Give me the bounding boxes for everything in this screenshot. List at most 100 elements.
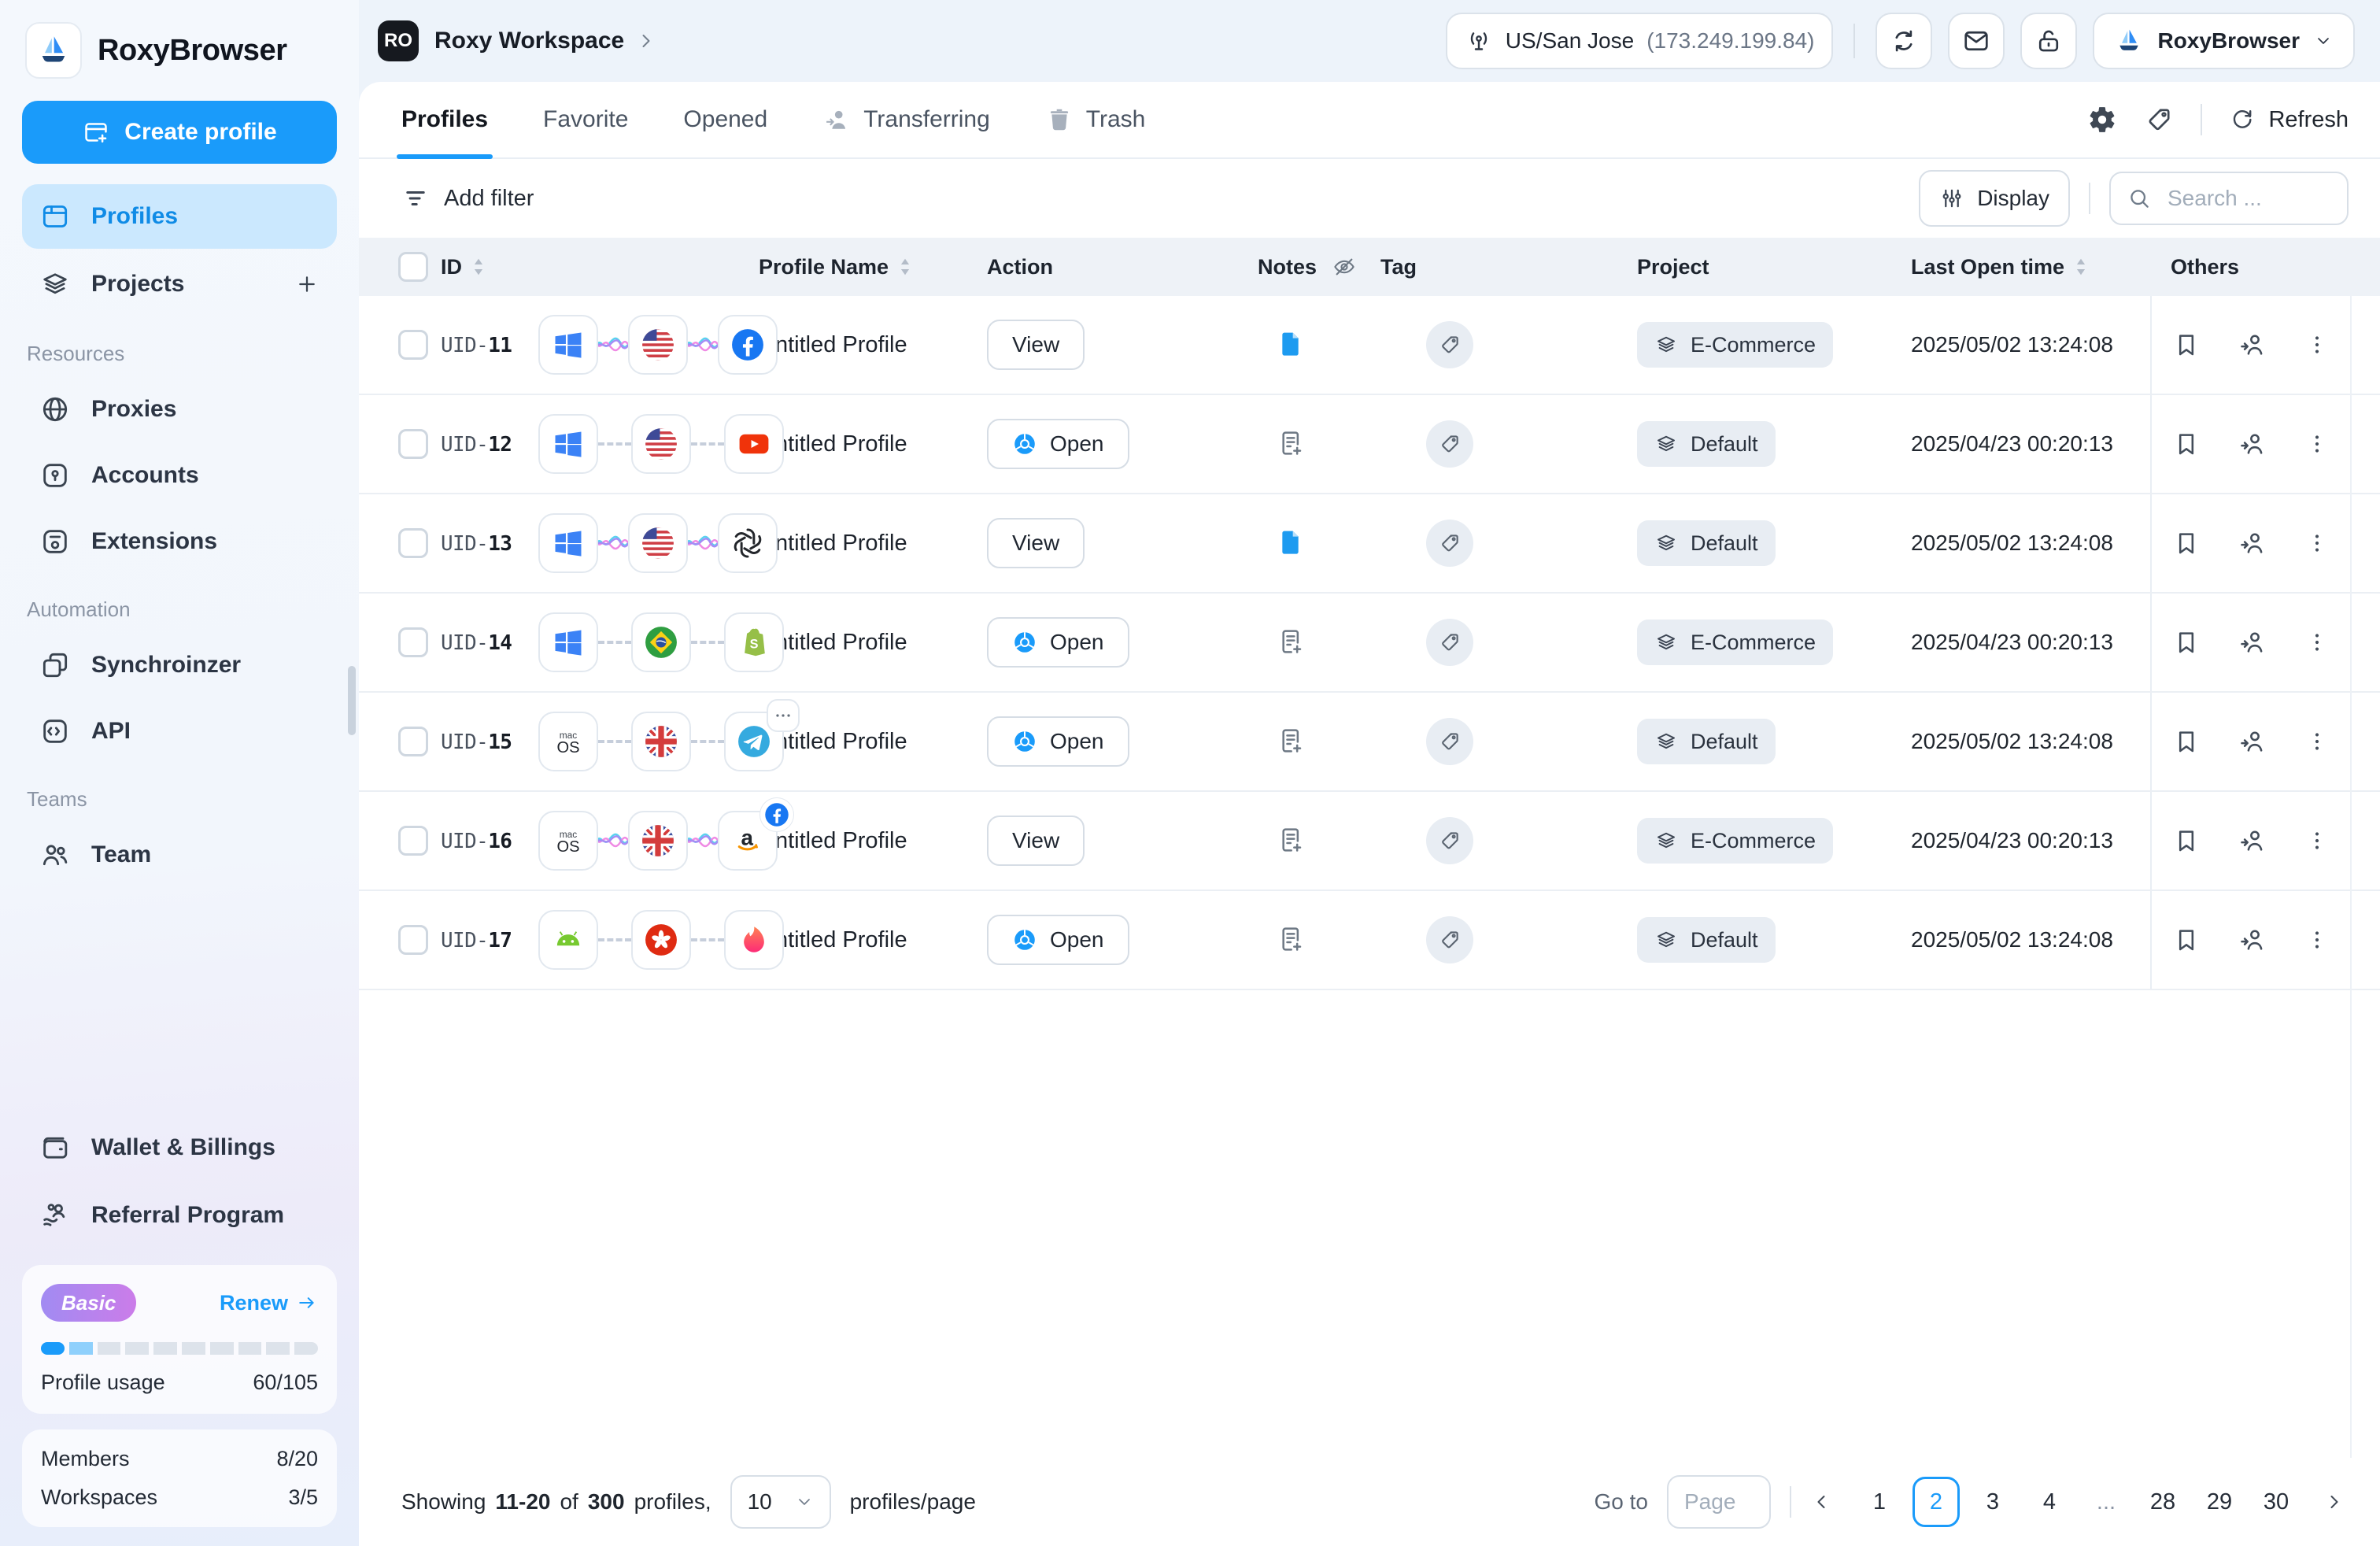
row-checkbox[interactable] (398, 925, 428, 955)
add-note-icon[interactable] (1275, 923, 1308, 956)
page-button-29[interactable]: 29 (2196, 1477, 2243, 1527)
add-note-icon[interactable] (1275, 626, 1308, 659)
sidebar-item-referral-program[interactable]: Referral Program (22, 1183, 337, 1248)
sort-id-icon[interactable] (471, 256, 486, 278)
search-input[interactable] (2164, 184, 2328, 213)
add-filter-button[interactable]: Add filter (401, 184, 534, 213)
transfer-button[interactable] (2238, 430, 2267, 458)
view-profile-button[interactable]: View (987, 518, 1085, 568)
display-button[interactable]: Display (1919, 170, 2070, 227)
transfer-button[interactable] (2238, 827, 2267, 855)
project-badge[interactable]: E-Commerce (1637, 620, 1833, 665)
page-button-28[interactable]: 28 (2139, 1477, 2186, 1527)
settings-icon[interactable] (2087, 105, 2117, 135)
add-note-icon[interactable] (1275, 725, 1308, 758)
sidebar-item-projects[interactable]: Projects (22, 252, 337, 316)
sort-name-icon[interactable] (898, 256, 912, 278)
row-checkbox[interactable] (398, 528, 428, 558)
bookmark-button[interactable] (2172, 926, 2201, 954)
transfer-button[interactable] (2238, 628, 2267, 656)
refresh-button[interactable]: Refresh (2229, 106, 2349, 133)
add-note-icon[interactable] (1275, 427, 1308, 460)
sidebar-item-proxies[interactable]: Proxies (22, 377, 337, 442)
chevron-right-icon[interactable] (635, 30, 657, 52)
note-icon[interactable] (1275, 527, 1308, 560)
project-badge[interactable]: Default (1637, 421, 1776, 467)
open-profile-button[interactable]: Open (987, 419, 1129, 469)
tab-trash[interactable]: Trash (1045, 82, 1146, 157)
sidebar-item-wallet-billings[interactable]: Wallet & Billings (22, 1115, 337, 1180)
row-checkbox[interactable] (398, 727, 428, 756)
add-tag-button[interactable] (1426, 321, 1473, 368)
open-profile-button[interactable]: Open (987, 716, 1129, 767)
eye-off-icon[interactable] (1331, 253, 1358, 280)
bookmark-button[interactable] (2172, 529, 2201, 557)
sidebar-item-team[interactable]: Team (22, 823, 337, 887)
next-page-button[interactable] (2323, 1491, 2345, 1513)
more-actions-button[interactable] (2304, 332, 2330, 357)
bookmark-button[interactable] (2172, 727, 2201, 756)
goto-page-input[interactable] (1667, 1475, 1771, 1529)
account-menu-button[interactable]: RoxyBrowser (2093, 13, 2355, 69)
create-profile-button[interactable]: Create profile (22, 101, 337, 164)
row-checkbox[interactable] (398, 330, 428, 360)
page-button-1[interactable]: 1 (1856, 1477, 1903, 1527)
transfer-button[interactable] (2238, 727, 2267, 756)
add-tag-button[interactable] (1426, 520, 1473, 567)
tab-favorite[interactable]: Favorite (543, 82, 628, 157)
more-actions-button[interactable] (2304, 431, 2330, 457)
sidebar-item-accounts[interactable]: Accounts (22, 443, 337, 508)
workspace-avatar[interactable]: RO (378, 20, 419, 61)
bookmark-button[interactable] (2172, 628, 2201, 656)
page-button-2[interactable]: 2 (1913, 1477, 1960, 1527)
select-all-checkbox[interactable] (398, 252, 428, 282)
lock-button[interactable] (2020, 13, 2077, 69)
add-note-icon[interactable] (1275, 824, 1308, 857)
tab-opened[interactable]: Opened (683, 82, 767, 157)
project-badge[interactable]: Default (1637, 719, 1776, 764)
bookmark-button[interactable] (2172, 430, 2201, 458)
sidebar-item-extensions[interactable]: Extensions (22, 509, 337, 574)
workspace-name[interactable]: Roxy Workspace (434, 28, 624, 54)
proxy-location-button[interactable]: US/San Jose (173.249.199.84) (1446, 13, 1834, 69)
open-profile-button[interactable]: Open (987, 915, 1129, 965)
project-badge[interactable]: Default (1637, 520, 1776, 566)
page-button-4[interactable]: 4 (2026, 1477, 2073, 1527)
more-actions-button[interactable] (2304, 531, 2330, 556)
sidebar-scrollbar[interactable] (348, 666, 356, 735)
add-tag-button[interactable] (1426, 718, 1473, 765)
sidebar-item-synchroinzer[interactable]: Synchroinzer (22, 633, 337, 697)
transfer-button[interactable] (2238, 926, 2267, 954)
sidebar-item-api[interactable]: API (22, 699, 337, 764)
bookmark-button[interactable] (2172, 331, 2201, 359)
inbox-button[interactable] (1948, 13, 2005, 69)
sidebar-item-profiles[interactable]: Profiles (22, 184, 337, 249)
project-badge[interactable]: E-Commerce (1637, 818, 1833, 864)
row-checkbox[interactable] (398, 627, 428, 657)
row-checkbox[interactable] (398, 429, 428, 459)
add-tag-button[interactable] (1426, 916, 1473, 963)
renew-link[interactable]: Renew (220, 1291, 318, 1315)
more-actions-button[interactable] (2304, 927, 2330, 952)
more-actions-button[interactable] (2304, 630, 2330, 655)
add-tag-button[interactable] (1426, 817, 1473, 864)
page-ellipsis[interactable]: ... (2082, 1477, 2130, 1527)
sync-button[interactable] (1876, 13, 1932, 69)
tab-transferring[interactable]: Transferring (822, 82, 990, 157)
row-checkbox[interactable] (398, 826, 428, 856)
tab-profiles[interactable]: Profiles (401, 82, 488, 157)
page-button-3[interactable]: 3 (1969, 1477, 2016, 1527)
more-actions-button[interactable] (2304, 828, 2330, 853)
add-project-icon[interactable] (294, 272, 320, 297)
note-icon[interactable] (1275, 328, 1308, 361)
bookmark-button[interactable] (2172, 827, 2201, 855)
project-badge[interactable]: E-Commerce (1637, 322, 1833, 368)
open-profile-button[interactable]: Open (987, 617, 1129, 668)
add-tag-button[interactable] (1426, 420, 1473, 468)
more-actions-button[interactable] (2304, 729, 2330, 754)
view-profile-button[interactable]: View (987, 816, 1085, 866)
sort-last-open-icon[interactable] (2074, 256, 2088, 278)
transfer-button[interactable] (2238, 331, 2267, 359)
transfer-button[interactable] (2238, 529, 2267, 557)
project-badge[interactable]: Default (1637, 917, 1776, 963)
